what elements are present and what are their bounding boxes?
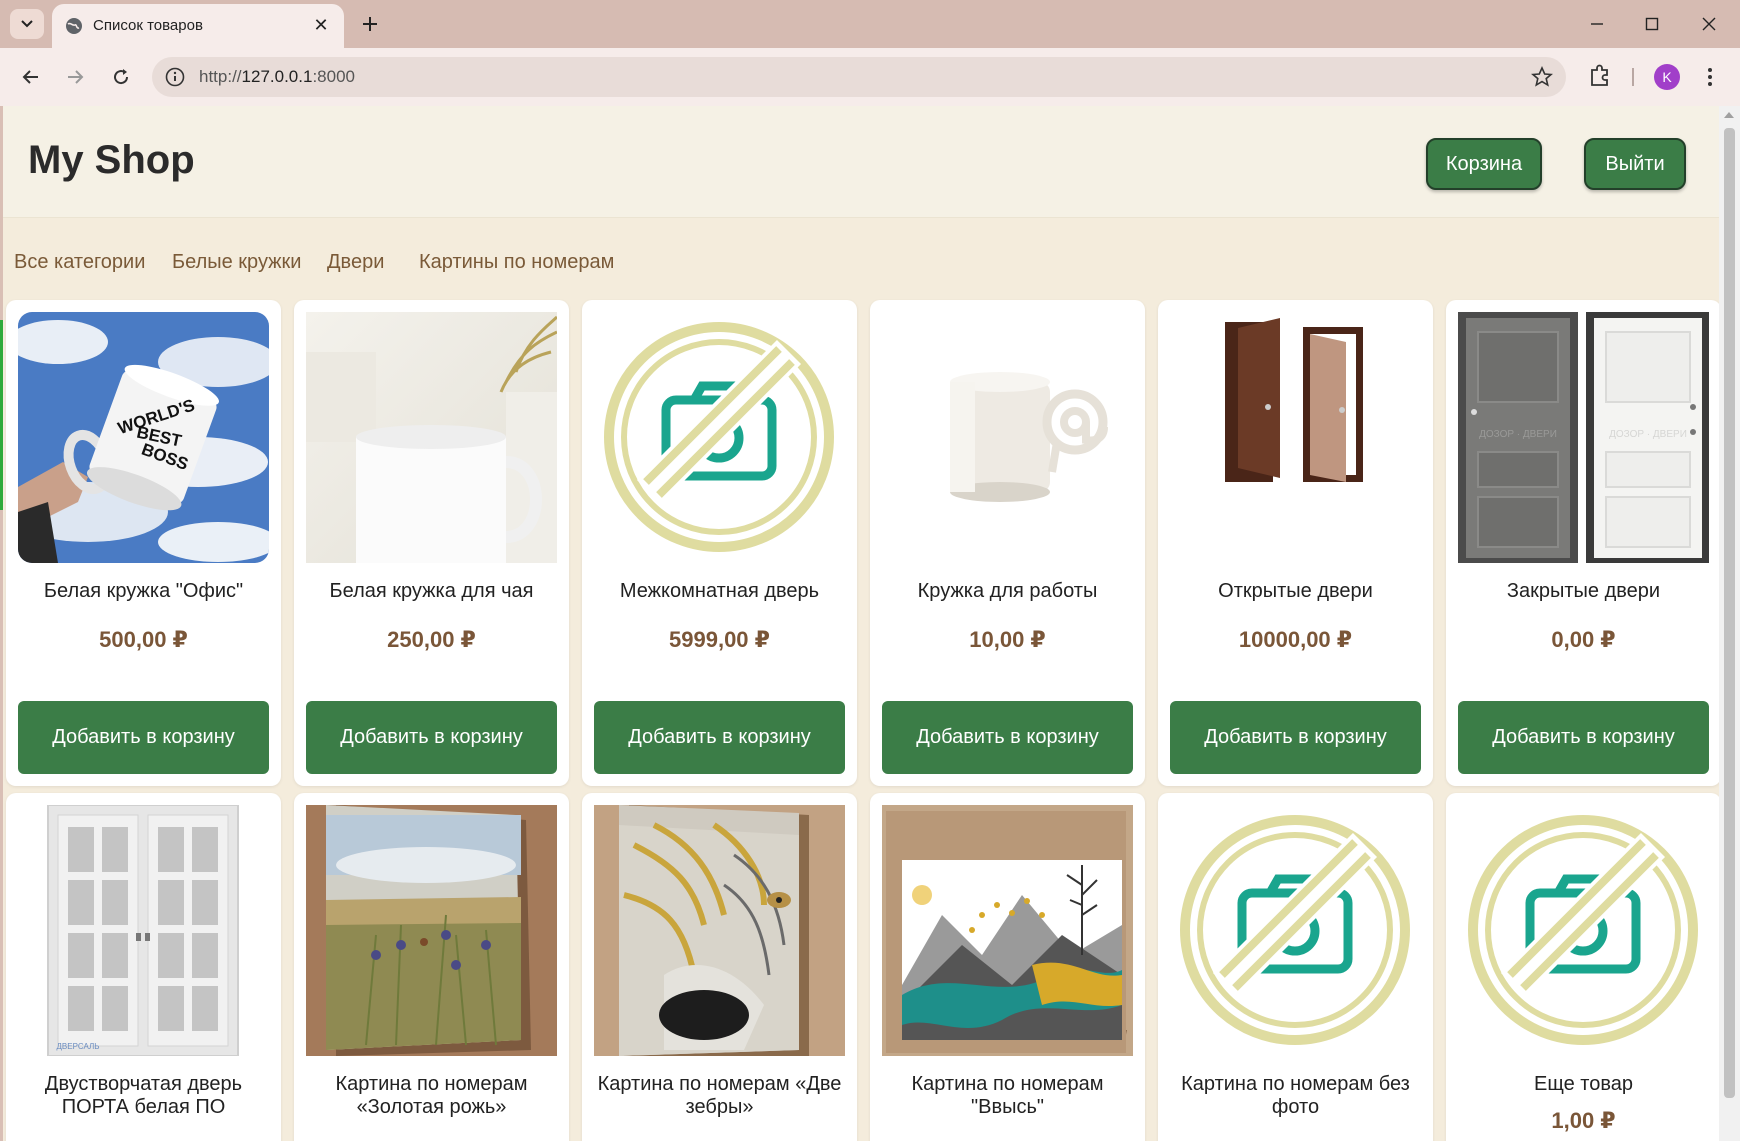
forward-icon	[68, 70, 84, 84]
site-header: My Shop Корзина Выйти	[3, 106, 1719, 218]
product-name[interactable]: Белая кружка для чая	[300, 580, 563, 603]
product-card: Картина по номерам «Две зебры»	[582, 793, 857, 1141]
product-card: WORLD'S BEST BOSS Белая кружка "Офис" 50…	[6, 300, 281, 786]
category-doors[interactable]: Двери	[327, 251, 384, 274]
profile-avatar[interactable]: K	[1654, 64, 1680, 90]
reload-button[interactable]	[106, 62, 136, 92]
no-photo-icon[interactable]	[594, 312, 845, 563]
tab-title: Список товаров	[93, 17, 203, 34]
product-name[interactable]: Межкомнатная дверь	[588, 580, 851, 603]
add-to-cart-button[interactable]: Добавить в корзину	[1170, 701, 1421, 774]
product-image[interactable]	[882, 805, 1133, 1056]
product-name[interactable]: Картина по номерам без фото	[1164, 1073, 1427, 1119]
address-bar[interactable]: http://127.0.0.1:8000	[152, 57, 1566, 97]
product-card: Картина по номерам "Ввысь"	[870, 793, 1145, 1141]
category-paintings[interactable]: Картины по номерам	[419, 251, 614, 274]
no-photo-icon[interactable]	[1170, 805, 1421, 1056]
active-tab[interactable]: Список товаров ✕	[52, 4, 344, 48]
plus-icon	[363, 17, 377, 31]
globe-icon	[66, 18, 82, 34]
scrollbar-thumb[interactable]	[1724, 128, 1735, 1098]
product-name[interactable]: Открытые двери	[1164, 580, 1427, 603]
maximize-button[interactable]	[1637, 10, 1667, 38]
kebab-menu-icon	[1708, 68, 1712, 86]
site-logo[interactable]: My Shop	[28, 138, 195, 183]
toolbar-separator	[1632, 68, 1634, 86]
product-price: 250,00 ₽	[387, 627, 476, 652]
product-image[interactable]	[1170, 312, 1421, 563]
back-button[interactable]	[16, 62, 46, 92]
reload-icon	[114, 69, 129, 85]
page-scrollbar[interactable]	[1719, 106, 1740, 1141]
product-name[interactable]: Еще товар	[1452, 1073, 1715, 1096]
product-card: Белая кружка для чая 250,00 ₽ Добавить в…	[294, 300, 569, 786]
category-nav: Все категории Белые кружки Двери Картины…	[3, 218, 1719, 294]
product-card: Еще товар 1,00 ₽	[1446, 793, 1719, 1141]
svg-text:ДОЗОР · ДВЕРИ: ДОЗОР · ДВЕРИ	[1479, 429, 1557, 440]
forward-button[interactable]	[60, 62, 90, 92]
add-to-cart-button[interactable]: Добавить в корзину	[882, 701, 1133, 774]
close-window-button[interactable]	[1694, 10, 1724, 38]
product-price: 1,00 ₽	[1551, 1108, 1616, 1133]
cart-button[interactable]: Корзина	[1426, 138, 1542, 190]
url-text[interactable]: http://127.0.0.1:8000	[199, 67, 355, 87]
product-name[interactable]: Закрытые двери	[1452, 580, 1715, 603]
product-name[interactable]: Картина по номерам "Ввысь"	[876, 1073, 1139, 1119]
minimize-icon	[1591, 23, 1603, 25]
chevron-down-icon	[21, 20, 33, 28]
no-photo-icon[interactable]	[1458, 805, 1709, 1056]
product-price: 0,00 ₽	[1551, 627, 1616, 652]
product-image[interactable]	[306, 805, 557, 1056]
back-icon	[22, 70, 38, 84]
product-name[interactable]: Двустворчатая дверь ПОРТА белая ПО	[12, 1073, 275, 1119]
svg-text:ДОЗОР · ДВЕРИ: ДОЗОР · ДВЕРИ	[1609, 429, 1687, 440]
tab-search-button[interactable]	[10, 9, 44, 39]
product-card: Картина по номерам «Золотая рожь»	[294, 793, 569, 1141]
product-image[interactable]	[882, 312, 1133, 563]
product-image[interactable]: ДВЕРСАЛЬ	[18, 805, 269, 1056]
product-card: Открытые двери 10000,00 ₽ Добавить в кор…	[1158, 300, 1433, 786]
add-to-cart-button[interactable]: Добавить в корзину	[1458, 701, 1709, 774]
product-name[interactable]: Картина по номерам «Две зебры»	[588, 1073, 851, 1119]
browser-menu-button[interactable]	[1700, 64, 1720, 90]
close-icon[interactable]: ✕	[310, 14, 332, 36]
product-price: 500,00 ₽	[99, 627, 188, 652]
product-price: 10,00 ₽	[969, 627, 1046, 652]
product-name[interactable]: Белая кружка "Офис"	[12, 580, 275, 603]
maximize-icon	[1645, 17, 1659, 31]
new-tab-button[interactable]	[356, 10, 384, 38]
product-card: Картина по номерам без фото	[1158, 793, 1433, 1141]
add-to-cart-button[interactable]: Добавить в корзину	[306, 701, 557, 774]
add-to-cart-button[interactable]: Добавить в корзину	[18, 701, 269, 774]
product-name[interactable]: Кружка для работы	[876, 580, 1139, 603]
product-price: 10000,00 ₽	[1238, 627, 1353, 652]
browser-tab-bar: Список товаров ✕	[0, 0, 1740, 48]
product-card: ДВЕРСАЛЬ Двустворчатая дверь ПОРТА белая…	[6, 793, 281, 1141]
product-card: ДОЗОР · ДВЕРИ ДОЗОР · ДВЕРИ Закрытые две…	[1446, 300, 1719, 786]
browser-toolbar: http://127.0.0.1:8000	[0, 48, 1740, 106]
svg-text:ДВЕРСАЛЬ: ДВЕРСАЛЬ	[57, 1042, 100, 1051]
product-card: Кружка для работы 10,00 ₽ Добавить в кор…	[870, 300, 1145, 786]
product-image[interactable]: WORLD'S BEST BOSS	[18, 312, 269, 563]
category-white-mugs[interactable]: Белые кружки	[172, 251, 301, 274]
product-name[interactable]: Картина по номерам «Золотая рожь»	[300, 1073, 563, 1119]
page-viewport: My Shop Корзина Выйти Все категории Белы…	[3, 106, 1719, 1141]
star-icon[interactable]	[1530, 65, 1554, 89]
close-window-icon	[1702, 17, 1716, 31]
category-all[interactable]: Все категории	[14, 251, 145, 274]
product-image[interactable]: ДОЗОР · ДВЕРИ ДОЗОР · ДВЕРИ	[1458, 312, 1709, 563]
product-card: Межкомнатная дверь 5999,00 ₽ Добавить в …	[582, 300, 857, 786]
add-to-cart-button[interactable]: Добавить в корзину	[594, 701, 845, 774]
product-image[interactable]	[594, 805, 845, 1056]
scroll-up-arrow-icon[interactable]	[1724, 112, 1734, 118]
product-image[interactable]	[306, 312, 557, 563]
minimize-button[interactable]	[1582, 10, 1612, 38]
product-price: 5999,00 ₽	[669, 627, 770, 652]
extensions-icon[interactable]	[1586, 62, 1614, 90]
info-icon[interactable]	[164, 66, 186, 88]
logout-button[interactable]: Выйти	[1584, 138, 1686, 190]
